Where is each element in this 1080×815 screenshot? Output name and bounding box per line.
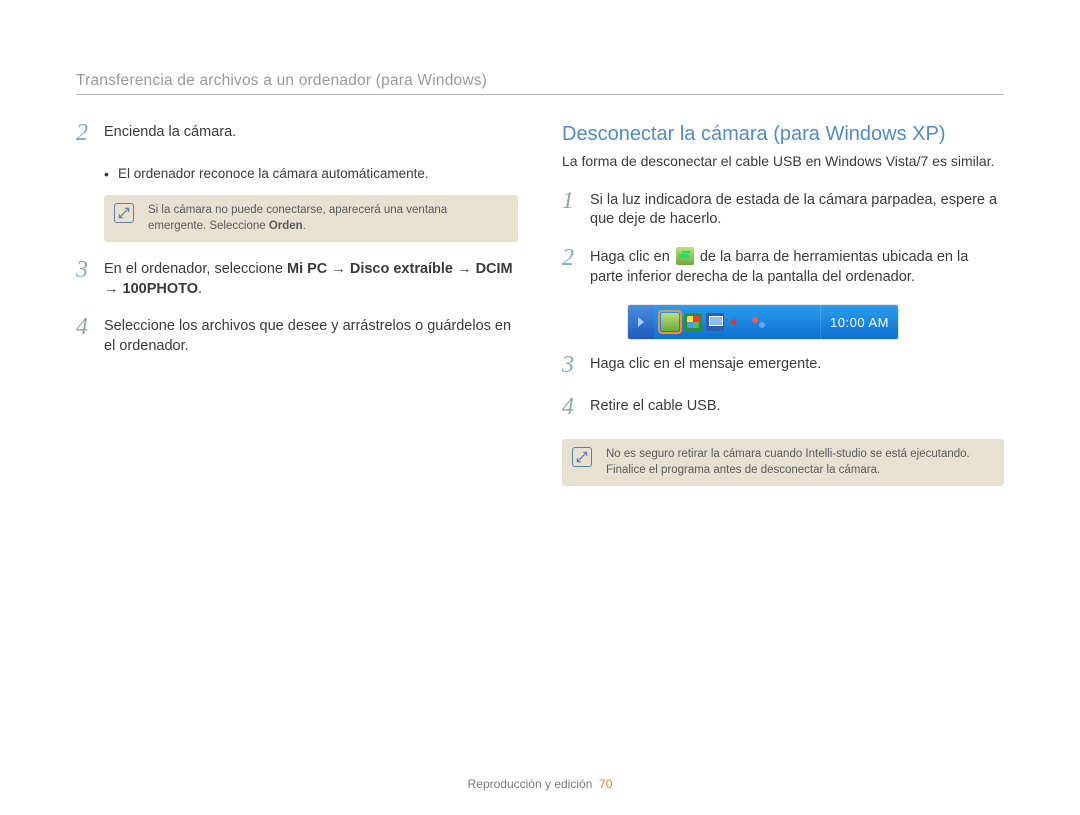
- taskbar-figure: 10:00 AM: [628, 305, 1004, 339]
- step-number: 4: [562, 395, 580, 419]
- step-text: Encienda la cámara.: [104, 123, 236, 147]
- step3-b2: Disco extraíble: [350, 261, 453, 277]
- step3-arr3: →: [104, 281, 123, 297]
- divider: [76, 94, 1004, 95]
- page-number: 70: [599, 777, 612, 791]
- note-icon: [572, 447, 592, 467]
- left-column: 2 Encienda la cámara. El ordenador recon…: [76, 123, 518, 504]
- note-bold: Orden: [269, 220, 303, 232]
- safely-remove-tray-icon: [661, 313, 679, 331]
- bullet-item: El ordenador reconoce la cámara automáti…: [104, 165, 518, 183]
- step-number: 3: [562, 353, 580, 377]
- page: Transferencia de archivos a un ordenador…: [0, 0, 1080, 815]
- note-icon: [114, 203, 134, 223]
- section-header: Transferencia de archivos a un ordenador…: [76, 72, 1004, 90]
- step-text: Haga clic en de la barra de herramientas…: [590, 248, 1004, 287]
- r-step-3: 3 Haga clic en el mensaje emergente.: [562, 355, 1004, 379]
- bullet-list: El ordenador reconoce la cámara automáti…: [104, 165, 518, 183]
- step-number: 1: [562, 189, 580, 228]
- step3-post: .: [198, 281, 202, 297]
- windows-taskbar: 10:00 AM: [628, 305, 898, 339]
- step3-b4: 100PHOTO: [123, 281, 199, 297]
- safely-remove-icon: [676, 247, 694, 265]
- step-number: 2: [76, 121, 94, 145]
- r-step-2: 2 Haga clic en de la barra de herramient…: [562, 248, 1004, 287]
- volume-tray-icon: [728, 313, 746, 331]
- right-subtext: La forma de desconectar el cable USB en …: [562, 152, 1004, 171]
- right-heading: Desconectar la cámara (para Windows XP): [562, 123, 1004, 146]
- right-column: Desconectar la cámara (para Windows XP) …: [562, 123, 1004, 504]
- step-number: 2: [562, 246, 580, 285]
- taskbar-chevron: [628, 305, 654, 339]
- step-3: 3 En el ordenador, seleccione Mi PC → Di…: [76, 260, 518, 299]
- step-4: 4 Seleccione los archivos que desee y ar…: [76, 317, 518, 356]
- note-text: No es seguro retirar la cámara cuando In…: [606, 448, 970, 476]
- security-tray-icon: [684, 313, 702, 331]
- content-columns: 2 Encienda la cámara. El ordenador recon…: [76, 123, 1004, 504]
- display-tray-icon: [706, 313, 724, 331]
- step-number: 3: [76, 258, 94, 297]
- step3-b1: Mi PC: [287, 261, 327, 277]
- taskbar-clock: 10:00 AM: [820, 305, 898, 339]
- note-box-right: No es seguro retirar la cámara cuando In…: [562, 439, 1004, 486]
- step-2: 2 Encienda la cámara.: [76, 123, 518, 147]
- step-text: Retire el cable USB.: [590, 397, 721, 421]
- network-tray-icon: [750, 313, 768, 331]
- step-text: Haga clic en el mensaje emergente.: [590, 355, 821, 379]
- step-text: Si la luz indicadora de estada de la cám…: [590, 191, 1004, 230]
- step3-pre: En el ordenador, seleccione: [104, 261, 287, 277]
- step3-b3: DCIM: [476, 261, 513, 277]
- page-footer: Reproducción y edición 70: [0, 777, 1080, 791]
- footer-section: Reproducción y edición: [468, 777, 593, 791]
- note-post: .: [303, 220, 306, 232]
- step3-arr2: →: [453, 261, 476, 277]
- r2-pre: Haga clic en: [590, 249, 674, 265]
- step-text: Seleccione los archivos que desee y arrá…: [104, 317, 518, 356]
- r-step-4: 4 Retire el cable USB.: [562, 397, 1004, 421]
- step-number: 4: [76, 315, 94, 354]
- step-text: En el ordenador, seleccione Mi PC → Disc…: [104, 260, 518, 299]
- r-step-1: 1 Si la luz indicadora de estada de la c…: [562, 191, 1004, 230]
- chevron-right-icon: [638, 317, 644, 327]
- system-tray: [654, 305, 820, 339]
- note-box-left: Si la cámara no puede conectarse, aparec…: [104, 195, 518, 242]
- step3-arr1: →: [327, 261, 350, 277]
- tray-highlight: [660, 312, 680, 332]
